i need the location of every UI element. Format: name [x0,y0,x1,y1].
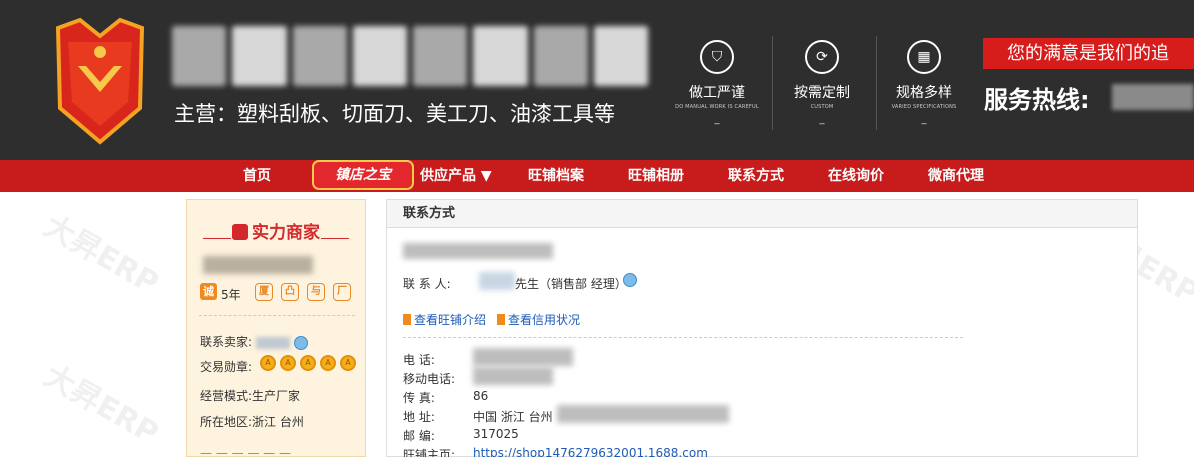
grid-icon: ▦ [907,40,941,74]
arrow-icon [403,314,411,325]
business-model: 经营模式:生产厂家 [200,389,301,403]
certification-badge-icon[interactable]: 与 [307,283,325,301]
feature-specs: ▦ 规格多样 VARIED SPECIFICATIONS _ [869,40,979,125]
blurred-address [557,405,729,423]
postcode-label: 邮 编: [403,429,435,443]
arrow-icon [497,314,505,325]
credit-status-link[interactable]: 查看信用状况 [497,311,580,328]
more-info-row: — — — — — — [200,446,292,457]
site-header: 主营：塑料刮板、切面刀、美工刀、油漆工具等 ⛉ 做工严谨 DO MANUAL W… [0,0,1194,160]
nav-album[interactable]: 旺铺相册 [628,160,684,192]
fax-label: 传 真: [403,391,435,405]
main-products-text: 主营：塑料刮板、切面刀、美工刀、油漆工具等 [174,102,615,126]
seller-info-panel: 实力商家 诚 5年 厦 凸 与 厂 联系卖家: 交易勋章: 经营模式:生产厂家 … [186,199,366,457]
nav-featured-badge[interactable]: 镇店之宝 [312,160,414,190]
blurred-company-name [172,26,648,86]
custom-icon: ⟳ [805,40,839,74]
medal-icon: A [320,355,336,371]
postcode-value: 317025 [473,427,519,441]
contact-seller-row: 联系卖家: [200,333,308,350]
location: 所在地区:浙江 台州 [200,415,304,429]
mobile-label: 移动电话: [403,372,456,386]
blurred-phone [473,348,573,366]
nav-products[interactable]: 供应产品 ▼ [420,160,492,192]
medal-icon: A [280,355,296,371]
slogan-banner: 您的满意是我们的追 [983,38,1194,69]
feature-custom: ⟳ 按需定制 CUSTOM _ [767,40,877,125]
watermark: 大昇ERP [37,358,165,452]
shop-intro-link[interactable]: 查看旺铺介绍 [403,311,486,328]
shield-icon: ⛉ [700,40,734,74]
medal-icon: A [260,355,276,371]
main-nav: 首页 供应产品 ▼ 旺铺档案 旺铺相册 联系方式 在线询价 微商代理 [0,160,1194,192]
medal-icon: A [340,355,356,371]
integrity-icon: 诚 [200,283,217,300]
feature-careful-work: ⛉ 做工严谨 DO MANUAL WORK IS CAREFUL _ [662,40,772,125]
trade-medals-label: 交易勋章: [200,360,253,374]
watermark: 大昇ERP [37,208,165,302]
nav-contact[interactable]: 联系方式 [728,160,784,192]
merchant-shield-icon [232,224,248,240]
blurred-hotline-number [1112,84,1194,110]
power-merchant-title: 实力商家 [187,218,365,243]
wangwang-chat-icon[interactable] [623,273,637,287]
certification-badge-icon[interactable]: 厂 [333,283,351,301]
blurred-company-name [403,243,553,259]
divider [321,238,349,239]
medal-icon: A [300,355,316,371]
years-badge: 5年 [221,288,241,302]
blurred-contact-name [479,272,515,290]
certification-badge-icon[interactable]: 厦 [255,283,273,301]
nav-home[interactable]: 首页 [243,160,271,192]
shop-logo-icon [55,17,145,145]
fax-value: 86 [473,389,489,403]
blurred-mobile [473,367,553,385]
phone-label: 电 话: [403,353,435,367]
shop-home-label: 旺铺主页: [403,448,456,457]
hotline-label: 服务热线: [984,86,1090,114]
nav-wechat-agent[interactable]: 微商代理 [928,160,984,192]
certification-badge-icon[interactable]: 凸 [281,283,299,301]
divider [403,337,963,338]
nav-shop-profile[interactable]: 旺铺档案 [528,160,584,192]
divider [199,315,355,316]
blurred-company-name [203,256,313,274]
contact-person-title: 先生（销售部 经理） [515,277,627,291]
nav-inquiry[interactable]: 在线询价 [828,160,884,192]
contact-person-label: 联 系 人: [403,277,451,291]
blurred-seller-name [255,336,290,349]
address-label: 地 址: [403,410,435,424]
wangwang-chat-icon[interactable] [293,335,308,350]
shop-home-link[interactable]: https://shop1476279632001.1688.com [473,446,708,457]
contact-header: 联系方式 [387,200,1137,228]
contact-panel: 联系方式 联 系 人: 先生（销售部 经理） 查看旺铺介绍 查看信用状况 电 话… [386,199,1138,457]
address-value: 中国 浙江 台州 [473,410,553,424]
